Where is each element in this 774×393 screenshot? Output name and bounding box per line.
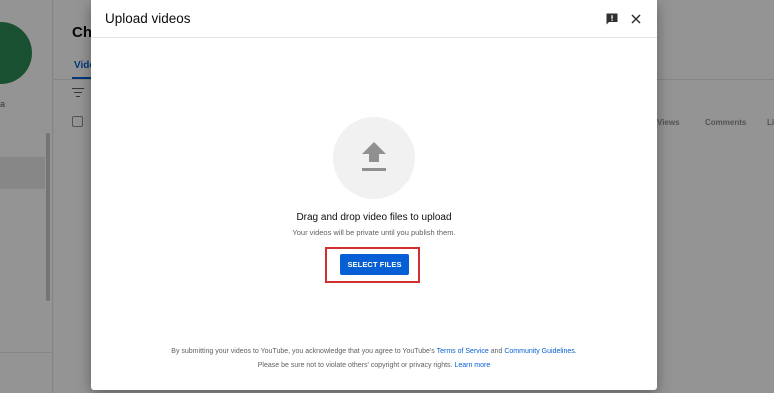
learn-more-link[interactable]: Learn more [454,362,490,369]
terms-of-service-link[interactable]: Terms of Service [437,348,489,355]
copyright-note: Please be sure not to violate others' co… [257,362,453,369]
legal-text-suffix: . [574,348,577,355]
upload-dialog: Upload videos Drag and drop video files … [91,0,657,390]
drag-drop-text: Drag and drop video files to upload [296,212,452,223]
legal-text-and: and [490,348,503,355]
legal-text-prefix: By submitting your videos to YouTube, yo… [171,348,435,355]
select-files-button[interactable]: SELECT FILES [340,254,409,275]
legal-notice-line2: Please be sure not to violate others' co… [91,362,657,369]
dialog-header: Upload videos [91,0,657,38]
dialog-title: Upload videos [105,11,191,26]
feedback-icon[interactable] [605,12,619,26]
upload-arrow-icon [362,142,386,171]
legal-notice-line1: By submitting your videos to YouTube, yo… [91,348,657,355]
upload-drop-target[interactable] [333,117,415,199]
privacy-note: Your videos will be private until you pu… [292,228,456,237]
close-icon[interactable] [629,12,643,26]
community-guidelines-link[interactable]: Community Guidelines [504,348,574,355]
